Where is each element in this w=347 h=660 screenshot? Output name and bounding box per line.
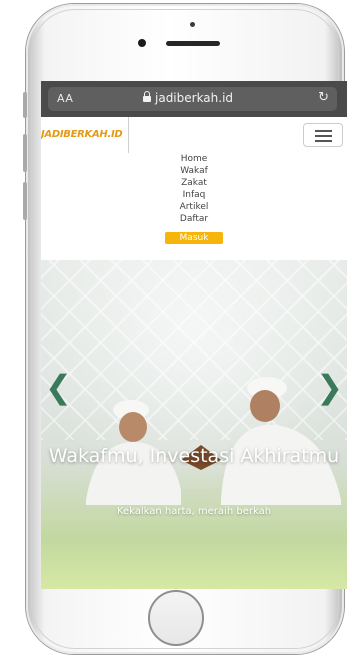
mute-switch bbox=[23, 92, 27, 118]
menu-item-zakat[interactable]: Zakat bbox=[41, 177, 347, 189]
site-logo[interactable]: JADIBERKAH.ID bbox=[41, 129, 123, 140]
url-display[interactable]: jadiberkah.id bbox=[143, 91, 233, 105]
phone-screen: AA jadiberkah.id ↻ JADIBERKAH.ID Home Wa… bbox=[41, 81, 347, 589]
menu-item-label: Infaq bbox=[182, 190, 206, 200]
menu-item-label: Zakat bbox=[181, 178, 207, 188]
left-child-face bbox=[119, 412, 147, 442]
hero-title: Wakafmu, Investasi Akhiratmu bbox=[48, 445, 340, 467]
hamburger-icon bbox=[315, 130, 332, 132]
hamburger-icon bbox=[315, 140, 332, 142]
right-child-face bbox=[250, 390, 280, 422]
chevron-left-icon[interactable]: ❮ bbox=[45, 368, 72, 406]
browser-url-bar: AA jadiberkah.id ↻ bbox=[41, 81, 347, 117]
proximity-sensor bbox=[190, 22, 195, 27]
menu-item-masuk[interactable]: Masuk bbox=[164, 232, 224, 244]
front-camera bbox=[138, 39, 146, 47]
hero-image bbox=[86, 377, 341, 505]
navbar-divider bbox=[128, 117, 129, 153]
menu-item-artikel[interactable]: Artikel bbox=[41, 201, 347, 213]
earpiece-speaker bbox=[166, 41, 220, 46]
menu-item-home[interactable]: Home bbox=[41, 153, 347, 165]
hamburger-icon bbox=[315, 135, 332, 137]
site-navbar: JADIBERKAH.ID bbox=[41, 117, 347, 153]
volume-down-button bbox=[23, 182, 27, 220]
hero-subtitle: Kekalkan harta, meraih berkah bbox=[116, 506, 272, 517]
menu-item-label: Home bbox=[180, 154, 208, 164]
url-text: jadiberkah.id bbox=[155, 91, 234, 105]
menu-item-infaq[interactable]: Infaq bbox=[41, 189, 347, 201]
volume-up-button bbox=[23, 134, 27, 172]
lock-icon bbox=[143, 91, 151, 102]
reload-icon[interactable]: ↻ bbox=[318, 90, 329, 105]
hero-carousel: ❮ ❯ Wakafmu, Investasi Akhiratmu Kekalka… bbox=[41, 260, 347, 589]
menu-item-daftar[interactable]: Daftar bbox=[41, 213, 347, 225]
nav-menu: Home Wakaf Zakat Infaq Artikel Daftar Ma… bbox=[41, 153, 347, 244]
menu-toggle-button[interactable] bbox=[303, 123, 343, 147]
menu-item-label: Wakaf bbox=[180, 166, 208, 176]
menu-item-label: Artikel bbox=[179, 202, 209, 212]
chevron-right-icon[interactable]: ❯ bbox=[316, 368, 343, 406]
menu-item-label: Daftar bbox=[179, 214, 209, 224]
menu-item-masuk-row: Masuk bbox=[41, 225, 347, 244]
menu-item-wakaf[interactable]: Wakaf bbox=[41, 165, 347, 177]
text-size-button[interactable]: AA bbox=[57, 92, 73, 105]
home-button[interactable] bbox=[148, 590, 204, 646]
address-field[interactable]: AA jadiberkah.id ↻ bbox=[48, 87, 337, 111]
